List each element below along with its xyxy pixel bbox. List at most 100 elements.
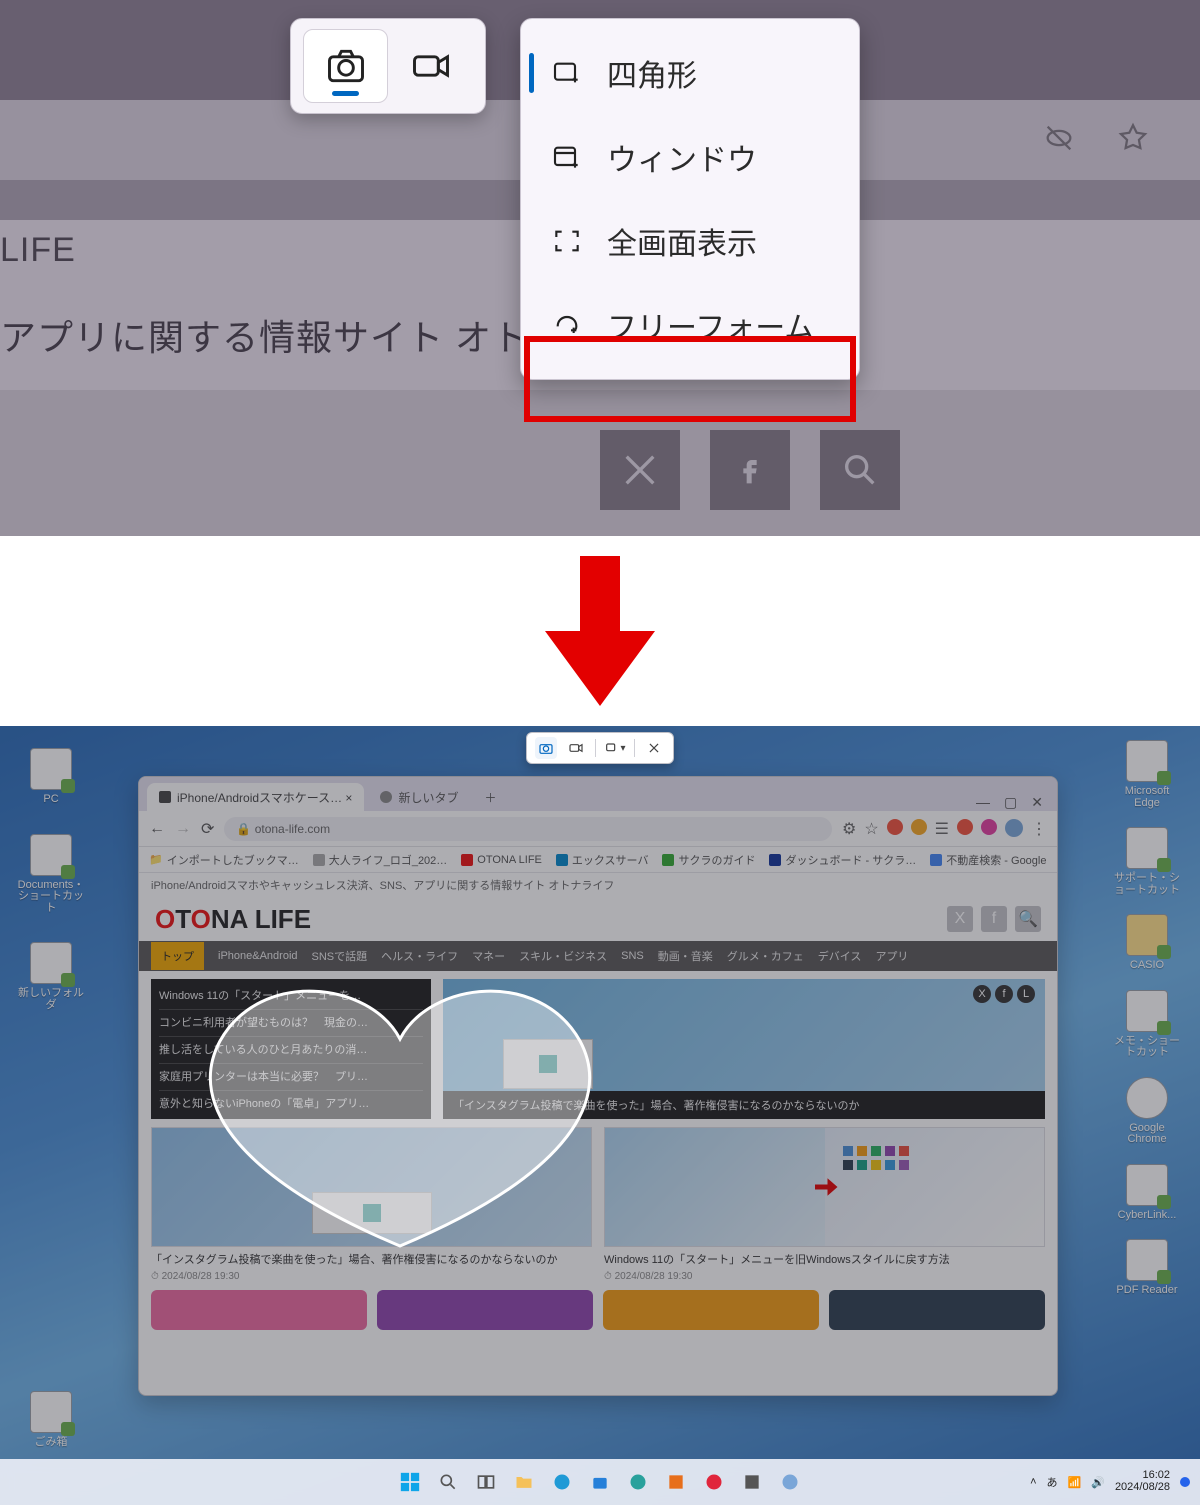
url-field[interactable]: 🔒 otona-life.com [224, 817, 832, 841]
mode-window[interactable]: ウィンドウ [521, 115, 859, 199]
desktop-icon[interactable]: CASIO [1112, 914, 1182, 972]
store-button[interactable] [585, 1467, 615, 1497]
search-icon[interactable]: 🔍 [1015, 906, 1041, 932]
explorer-button[interactable] [509, 1467, 539, 1497]
hero-image[interactable]: X f L 「インスタグラム投稿で楽曲を使った」場合、著作権侵害になるのかならな… [443, 979, 1045, 1119]
line-icon: L [1017, 985, 1035, 1003]
bookmark-item[interactable]: 大人ライフ_ロゴ_202… [313, 852, 448, 868]
snip-mode-dropdown[interactable]: ▾ [604, 737, 626, 759]
nav-item[interactable]: SNS [621, 950, 644, 962]
headline-item[interactable]: 家庭用プリンターは本当に必要？ プリ… [159, 1063, 423, 1084]
profile-icon[interactable] [1005, 819, 1023, 837]
close-button[interactable] [643, 737, 665, 759]
mode-freeform[interactable]: フリーフォーム [521, 283, 859, 367]
start-button[interactable] [395, 1467, 425, 1497]
desktop-icon[interactable]: サポート・ショートカット [1112, 827, 1182, 896]
desktop-icon[interactable]: CyberLink... [1112, 1164, 1182, 1222]
headline-item[interactable]: Windows 11の「スタート」メニューを… [159, 987, 423, 1003]
nav-item[interactable]: iPhone&Android [218, 950, 298, 962]
site-header: OTONA LIFE X f 🔍 [139, 897, 1057, 941]
headline-list: Windows 11の「スタート」メニューを… コンビニ利用者が望むものは？ 現… [151, 979, 431, 1119]
camera-mode-button[interactable] [303, 29, 388, 103]
ext-icon[interactable] [887, 819, 903, 835]
mode-label: ウィンドウ [607, 135, 757, 179]
browser-tab[interactable]: iPhone/Androidスマホケース… × [147, 783, 364, 811]
desktop-icon[interactable]: Google Chrome [1112, 1077, 1182, 1146]
nav-item[interactable]: グルメ・カフェ [727, 948, 804, 964]
desktop-icons-right: Microsoft Edge サポート・ショートカット CASIO メモ・ショー… [1112, 740, 1182, 1297]
back-button[interactable]: ← [149, 820, 165, 838]
mode-rectangle[interactable]: 四角形 [521, 31, 859, 115]
reload-button[interactable]: ⟳ [201, 819, 214, 839]
video-mode-button[interactable] [388, 29, 473, 103]
nav-item[interactable]: アプリ [875, 948, 908, 964]
mode-fullscreen[interactable]: 全画面表示 [521, 199, 859, 283]
bookmark-item[interactable]: OTONA LIFE [461, 854, 542, 866]
app-button[interactable] [775, 1467, 805, 1497]
nav-item[interactable]: トップ [151, 942, 204, 970]
snipping-toolbar-mini: ▾ [526, 732, 674, 764]
tray-clock[interactable]: 16:02 2024/08/28 [1115, 1470, 1170, 1493]
taskview-button[interactable] [471, 1467, 501, 1497]
tray-notifications[interactable] [1180, 1477, 1190, 1487]
star-icon[interactable]: ☆ [864, 819, 878, 839]
mode-label: 四角形 [607, 51, 697, 95]
camera-mode-button[interactable] [535, 737, 557, 759]
tray-wifi-icon[interactable]: 📶 [1068, 1476, 1082, 1489]
desktop-icon[interactable]: メモ・ショートカット [1112, 990, 1182, 1059]
bookmark-item[interactable]: 不動産検索 - Google [930, 852, 1046, 868]
nav-item[interactable]: 動画・音楽 [658, 948, 713, 964]
ext-icon[interactable] [981, 819, 997, 835]
article-card[interactable]: 「インスタグラム投稿で楽曲を使った」場合、著作権侵害になるのかならないのか ⏱ … [151, 1127, 592, 1282]
share-icon[interactable]: ⚙ [842, 819, 856, 839]
desktop-icon[interactable]: Documents・ショートカット [16, 834, 86, 915]
facebook-icon[interactable]: f [981, 906, 1007, 932]
nav-item[interactable]: ヘルス・ライフ [381, 948, 458, 964]
desktop-icon[interactable]: PC [16, 748, 86, 806]
ext-icon[interactable] [911, 819, 927, 835]
bookmark-item[interactable]: サクラのガイド [662, 852, 755, 868]
tray-ime[interactable]: あ [1047, 1474, 1058, 1490]
headline-item[interactable]: 意外と知らないiPhoneの「電卓」アプリ… [159, 1090, 423, 1111]
recycle-bin[interactable]: ごみ箱 [16, 1391, 86, 1449]
thumb[interactable] [603, 1290, 819, 1330]
ext-icon[interactable]: ☰ [935, 819, 949, 839]
headline-item[interactable]: コンビニ利用者が望むものは？ 現金の… [159, 1009, 423, 1030]
bookmark-item[interactable]: ダッシュボード - サクラ… [769, 852, 916, 868]
search-button[interactable] [433, 1467, 463, 1497]
arrow-right-icon [810, 1172, 840, 1202]
desktop-icon[interactable]: PDF Reader [1112, 1239, 1182, 1297]
maximize-button[interactable]: ▢ [1004, 794, 1017, 811]
close-button[interactable]: ✕ [1031, 794, 1043, 811]
x-twitter-icon[interactable]: X [947, 906, 973, 932]
headline-item[interactable]: 推し活をしている人のひと月あたりの消… [159, 1036, 423, 1057]
desktop-icon[interactable]: Microsoft Edge [1112, 740, 1182, 809]
minimize-button[interactable]: — [976, 794, 990, 811]
tray-volume-icon[interactable]: 🔊 [1091, 1476, 1105, 1489]
nav-item[interactable]: SNSで話題 [312, 948, 368, 964]
article-card[interactable]: Windows 11の「スタート」メニューを旧Windowsスタイルに戻す方法 … [604, 1127, 1045, 1282]
thumb[interactable] [829, 1290, 1045, 1330]
thumb[interactable] [151, 1290, 367, 1330]
bookmark-item[interactable]: エックスサーバ [556, 852, 649, 868]
desktop-icon[interactable]: 新しいフォルダ [16, 942, 86, 1011]
nav-item[interactable]: マネー [472, 948, 505, 964]
nav-item[interactable]: デバイス [818, 948, 862, 964]
video-mode-button[interactable] [565, 737, 587, 759]
site-logo[interactable]: OTONA LIFE [155, 904, 311, 935]
tray-chevron[interactable]: ˄ [1030, 1476, 1036, 1488]
app-button[interactable] [699, 1467, 729, 1497]
app-button[interactable] [661, 1467, 691, 1497]
app-button[interactable] [737, 1467, 767, 1497]
nav-item[interactable]: スキル・ビジネス [519, 948, 607, 964]
edge-button[interactable] [547, 1467, 577, 1497]
thumbnail-strip [151, 1290, 1045, 1330]
menu-icon[interactable]: ⋮ [1031, 819, 1047, 839]
forward-button[interactable]: → [175, 820, 191, 838]
app-button[interactable] [623, 1467, 653, 1497]
thumb[interactable] [377, 1290, 593, 1330]
no-tracking-icon [1042, 121, 1076, 160]
bookmark-item[interactable]: 📁 インポートしたブックマ… [149, 852, 299, 868]
ext-icon[interactable] [957, 819, 973, 835]
browser-tab[interactable]: 新しいタブ＋ [368, 783, 508, 811]
